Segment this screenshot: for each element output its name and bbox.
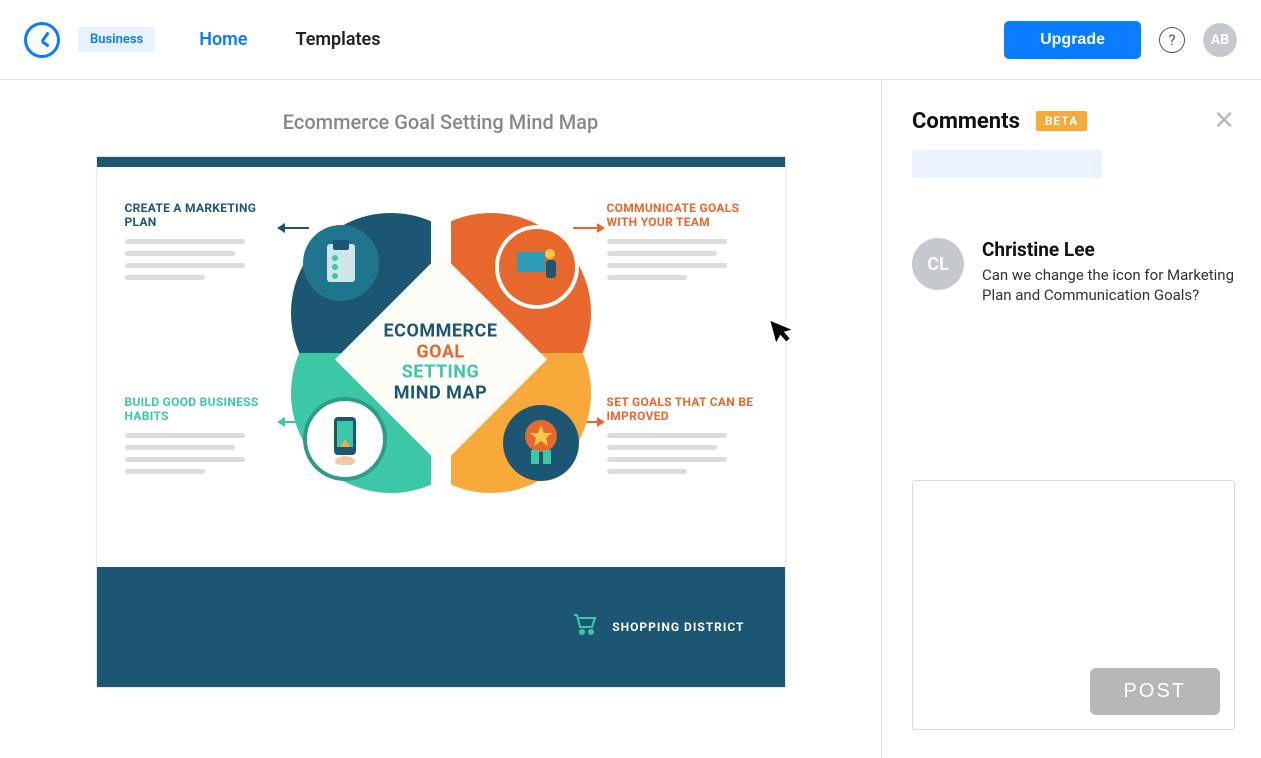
comment-author: Christine Lee — [982, 238, 1235, 261]
compose-box: POST — [912, 480, 1235, 730]
quad-label: BUILD GOOD BUSINESS HABITS — [125, 395, 259, 423]
quad-improvable-goals: SET GOALS THAT CAN BE IMPROVED — [607, 395, 757, 481]
badge-star-icon — [503, 405, 579, 481]
diamond-line: MIND MAP — [384, 384, 498, 405]
canvas-area[interactable]: Ecommerce Goal Setting Mind Map CREATE A… — [0, 80, 881, 758]
comment-item[interactable]: CL Christine Lee Can we change the icon … — [912, 238, 1235, 306]
placeholder-lines — [607, 433, 757, 474]
beta-badge: BETA — [1036, 111, 1087, 131]
nav-templates[interactable]: Templates — [295, 29, 380, 50]
comment-avatar: CL — [912, 238, 964, 290]
upgrade-button[interactable]: Upgrade — [1004, 21, 1141, 59]
comment-body: Christine Lee Can we change the icon for… — [982, 238, 1235, 306]
document-preview[interactable]: CREATE A MARKETING PLAN COMMUNICATE GOAL… — [96, 156, 786, 688]
quad-marketing-plan: CREATE A MARKETING PLAN — [125, 201, 275, 287]
quad-label: CREATE A MARKETING PLAN — [125, 201, 257, 229]
doc-body: CREATE A MARKETING PLAN COMMUNICATE GOAL… — [97, 167, 785, 567]
help-icon[interactable]: ? — [1159, 27, 1185, 53]
diamond-line: ECOMMERCE — [384, 321, 498, 342]
quad-communicate-goals: COMMUNICATE GOALS WITH YOUR TEAM — [607, 201, 757, 287]
comment-text: Can we change the icon for Marketing Pla… — [982, 265, 1235, 306]
document-title: Ecommerce Goal Setting Mind Map — [283, 110, 598, 134]
primary-nav: Home Templates — [199, 29, 380, 50]
comment-input[interactable] — [927, 495, 1220, 668]
footer-label: SHOPPING DISTRICT — [612, 620, 744, 634]
placeholder-lines — [125, 433, 275, 474]
comments-panel: Comments BETA ✕ CL Christine Lee Can we … — [881, 80, 1261, 758]
comments-filter[interactable] — [912, 150, 1102, 178]
close-icon[interactable]: ✕ — [1213, 108, 1235, 134]
mobile-shopping-icon — [303, 397, 387, 481]
cart-icon — [572, 613, 598, 641]
nav-home[interactable]: Home — [199, 29, 247, 50]
quad-business-habits: BUILD GOOD BUSINESS HABITS — [125, 395, 275, 481]
diamond-line: SETTING — [384, 363, 498, 384]
clipboard-icon — [303, 225, 379, 301]
comments-title: Comments — [912, 109, 1020, 134]
doc-footer: SHOPPING DISTRICT — [97, 567, 785, 687]
app-header: Business Home Templates Upgrade ? AB — [0, 0, 1261, 80]
avatar[interactable]: AB — [1203, 23, 1237, 57]
main-area: Ecommerce Goal Setting Mind Map CREATE A… — [0, 80, 1261, 758]
diamond-label: ECOMMERCE GOAL SETTING MIND MAP — [384, 321, 498, 404]
comments-header: Comments BETA ✕ — [912, 108, 1235, 134]
quad-label: COMMUNICATE GOALS WITH YOUR TEAM — [607, 201, 740, 229]
quad-label: SET GOALS THAT CAN BE IMPROVED — [607, 395, 754, 423]
logo-icon[interactable] — [24, 22, 60, 58]
brand-badge[interactable]: Business — [78, 27, 155, 52]
header-right: Upgrade ? AB — [1004, 21, 1237, 59]
placeholder-lines — [607, 239, 757, 280]
doc-top-bar — [97, 157, 785, 167]
placeholder-lines — [125, 239, 275, 280]
diamond-line: GOAL — [384, 342, 498, 363]
presentation-icon — [495, 225, 579, 309]
post-button[interactable]: POST — [1090, 668, 1220, 715]
